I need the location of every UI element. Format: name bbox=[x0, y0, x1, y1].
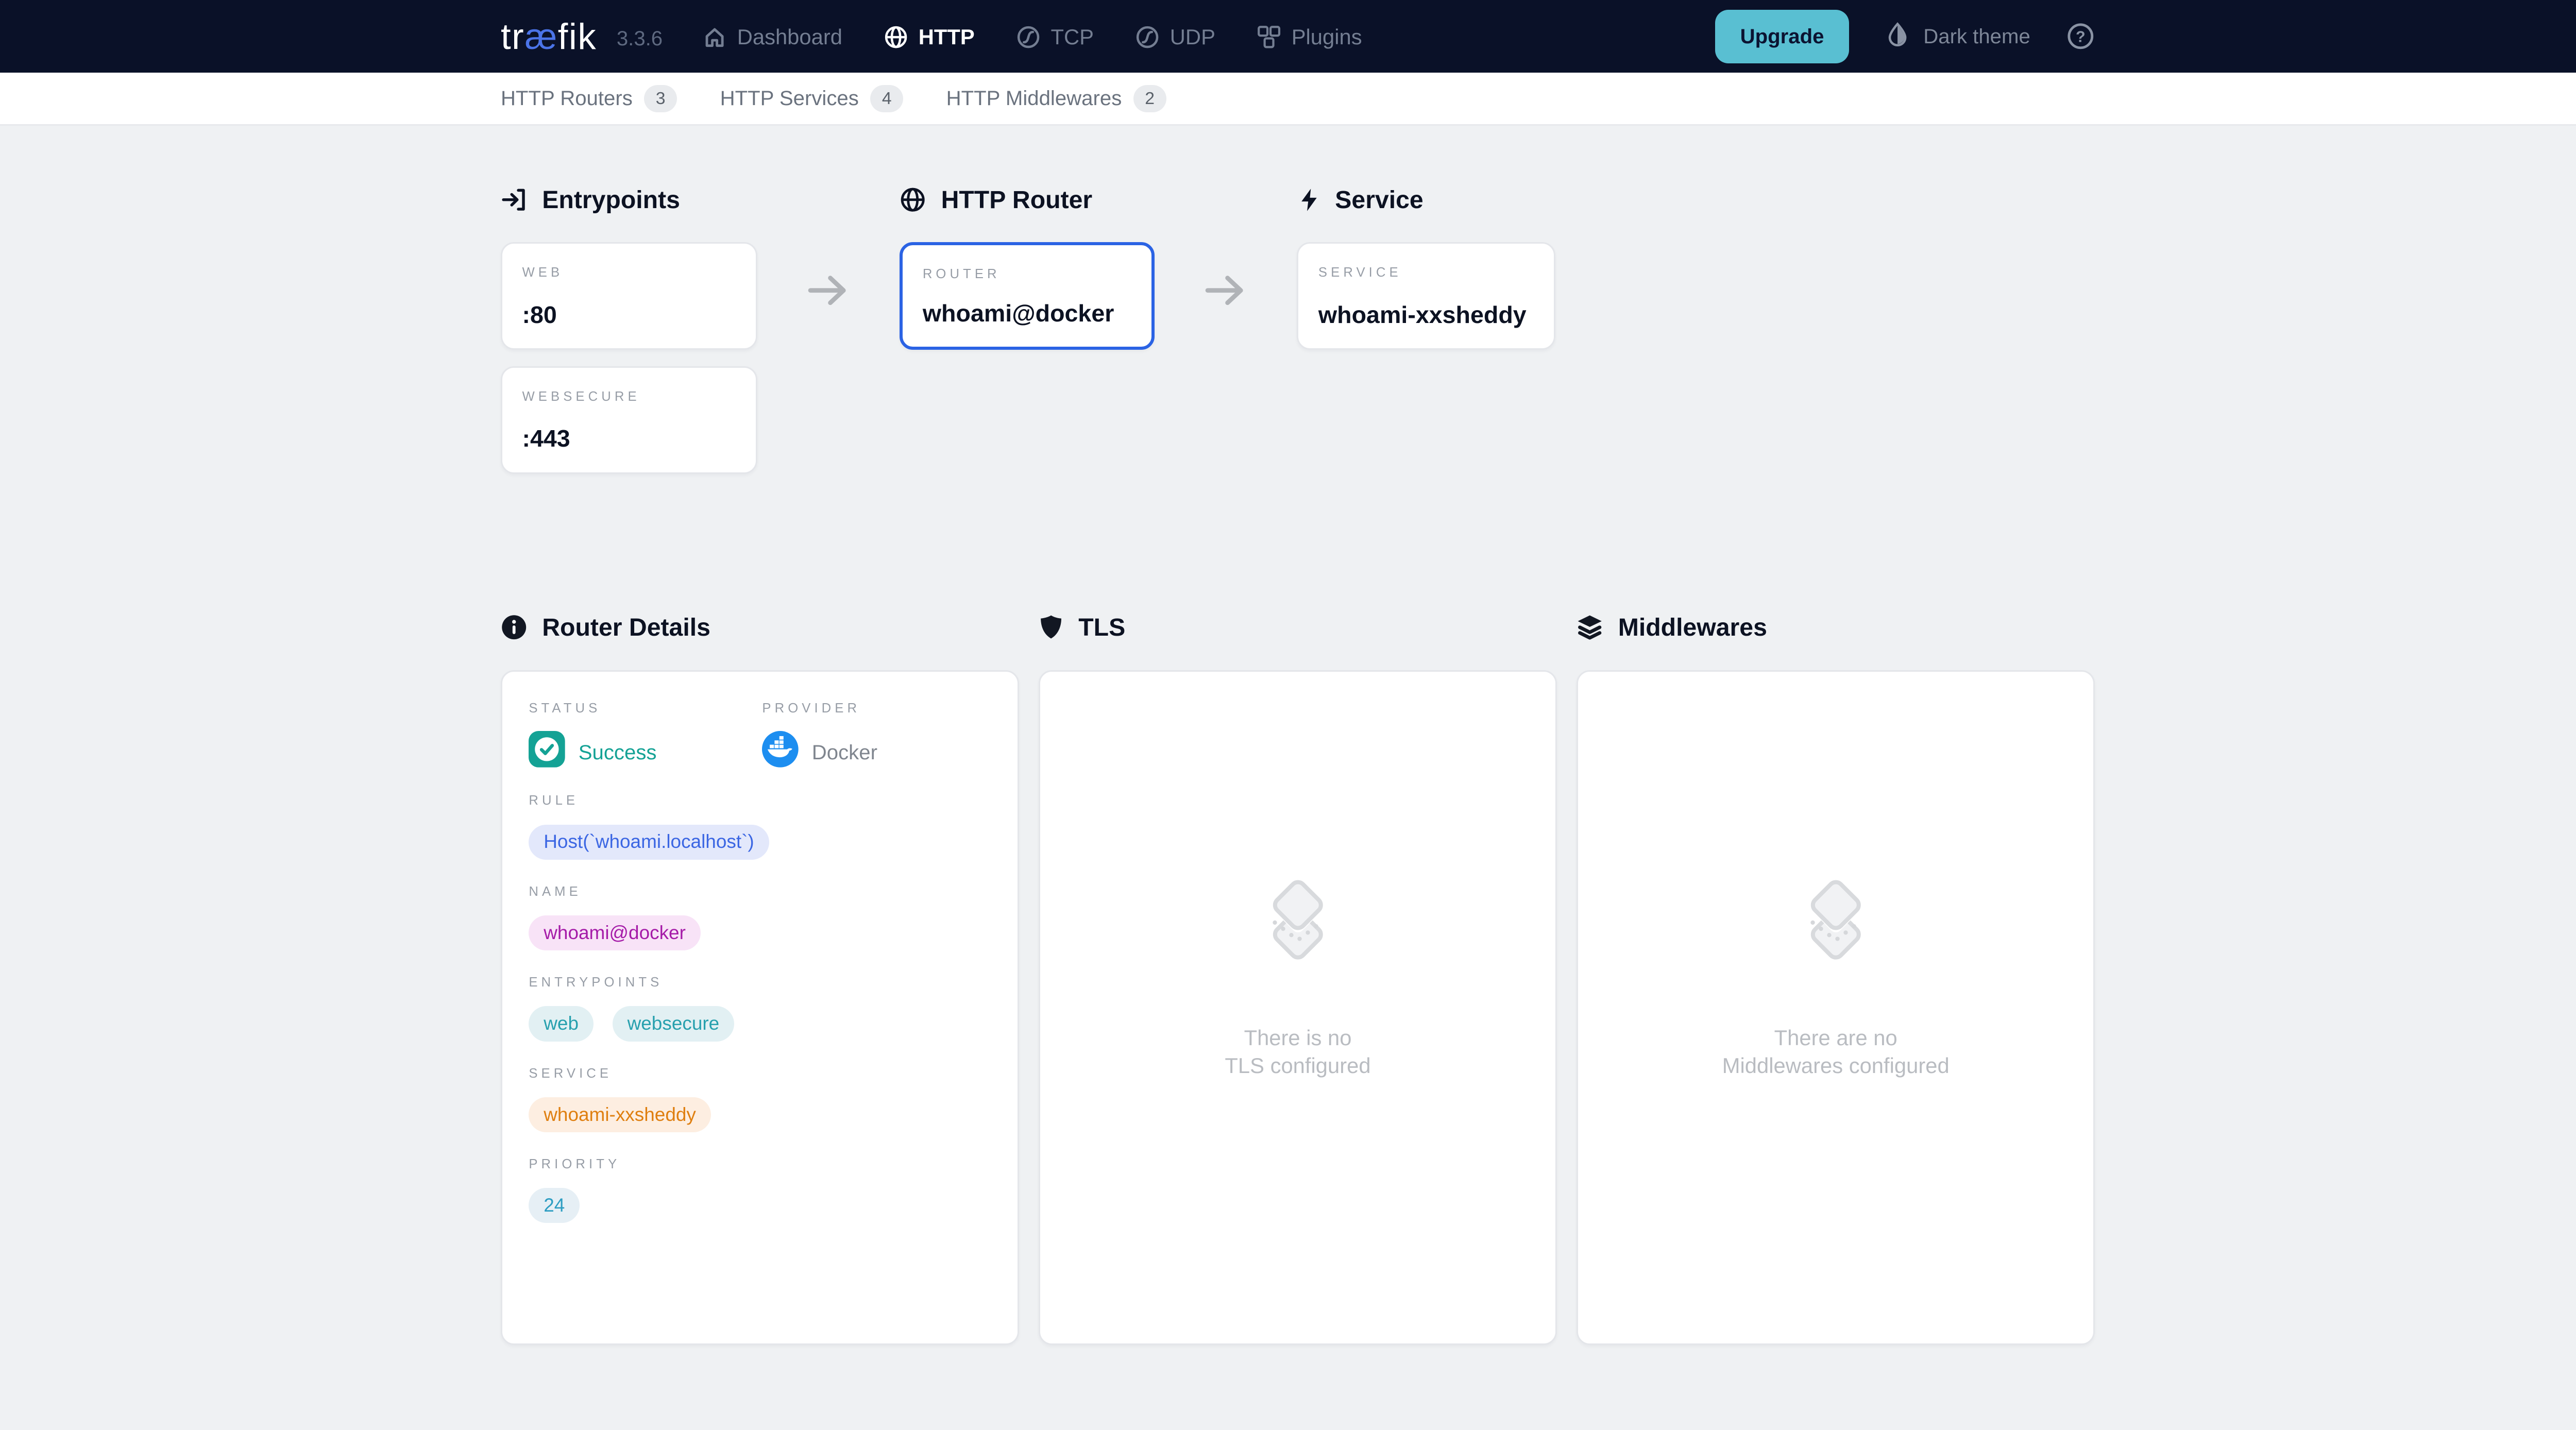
empty-layers-icon bbox=[1794, 879, 1877, 968]
router-card[interactable]: ROUTER whoami@docker bbox=[900, 242, 1155, 350]
lightning-bolt-icon bbox=[1297, 188, 1320, 212]
nav-label: Dashboard bbox=[737, 25, 842, 49]
entrypoint-card-websecure[interactable]: WEBSECURE :443 bbox=[501, 366, 757, 474]
flow-arrow-icon bbox=[1204, 273, 1248, 474]
card-value: :80 bbox=[522, 301, 556, 329]
service-card[interactable]: SERVICE whoami-xxsheddy bbox=[1297, 242, 1555, 350]
proxy-icon bbox=[1135, 25, 1160, 49]
shield-icon bbox=[1039, 614, 1063, 640]
main-nav: Dashboard HTTP TCP bbox=[702, 25, 1362, 49]
top-navbar: træfik 3.3.6 Dashboard HTTP bbox=[0, 0, 2576, 73]
nav-label: TCP bbox=[1051, 25, 1094, 49]
docker-icon bbox=[762, 731, 799, 774]
http-router-section-title: HTTP Router bbox=[900, 185, 1155, 214]
tab-label: HTTP Routers bbox=[501, 87, 633, 110]
provider-value: Docker bbox=[812, 741, 877, 764]
contrast-droplet-icon bbox=[1885, 22, 1910, 52]
tab-count-badge: 3 bbox=[644, 85, 677, 112]
service-section-title: Service bbox=[1297, 185, 1555, 214]
priority-pill: 24 bbox=[529, 1188, 580, 1223]
name-pill: whoami@docker bbox=[529, 915, 700, 950]
nav-label: UDP bbox=[1170, 25, 1215, 49]
info-icon bbox=[501, 614, 527, 640]
middlewares-empty-message: There are no Middlewares configured bbox=[1722, 1024, 1950, 1080]
tls-column: TLS There is no TLS configured bbox=[1039, 613, 1557, 1346]
nav-label: HTTP bbox=[919, 25, 975, 49]
service-pill: whoami-xxsheddy bbox=[529, 1097, 710, 1132]
card-label: WEB bbox=[522, 265, 563, 280]
nav-item-plugins[interactable]: Plugins bbox=[1257, 25, 1362, 49]
tab-count-badge: 4 bbox=[870, 85, 903, 112]
nav-item-udp[interactable]: UDP bbox=[1135, 25, 1215, 49]
entrypoint-pill: web bbox=[529, 1006, 594, 1041]
provider-label: PROVIDER bbox=[762, 701, 877, 716]
flow-arrow-icon bbox=[806, 273, 851, 474]
name-label: NAME bbox=[529, 884, 991, 899]
upgrade-button[interactable]: Upgrade bbox=[1715, 10, 1849, 63]
globe-icon bbox=[884, 25, 908, 49]
cubes-icon bbox=[1257, 25, 1281, 49]
details-section: Router Details STATUS Success bbox=[501, 613, 2095, 1346]
tab-count-badge: 2 bbox=[1133, 85, 1166, 112]
router-details-title: Router Details bbox=[501, 613, 1019, 642]
rule-label: RULE bbox=[529, 793, 991, 808]
entrypoint-pill: websecure bbox=[613, 1006, 734, 1041]
svg-text:?: ? bbox=[2076, 28, 2086, 46]
traefik-dashboard: træfik 3.3.6 Dashboard HTTP bbox=[0, 0, 2576, 1430]
rule-pill: Host(`whoami.localhost`) bbox=[529, 825, 769, 860]
home-icon bbox=[702, 25, 727, 49]
card-label: SERVICE bbox=[1318, 265, 1402, 280]
middlewares-column: Middlewares There are no Middlewares con… bbox=[1577, 613, 2095, 1346]
status-label: STATUS bbox=[529, 701, 762, 716]
tab-label: HTTP Middlewares bbox=[946, 87, 1122, 110]
tls-card: There is no TLS configured bbox=[1039, 670, 1557, 1346]
login-arrow-icon bbox=[501, 186, 527, 213]
priority-label: PRIORITY bbox=[529, 1157, 991, 1172]
version-label: 3.3.6 bbox=[617, 27, 663, 50]
logo-text: tr bbox=[501, 16, 524, 57]
router-details-column: Router Details STATUS Success bbox=[501, 613, 1019, 1346]
empty-layers-icon bbox=[1257, 879, 1340, 968]
tab-label: HTTP Services bbox=[720, 87, 859, 110]
nav-item-tcp[interactable]: TCP bbox=[1016, 25, 1094, 49]
status-badge: Success bbox=[579, 741, 657, 764]
tab-http-routers[interactable]: HTTP Routers 3 bbox=[501, 85, 677, 112]
entrypoints-section-title: Entrypoints bbox=[501, 185, 757, 214]
router-flow-section: Entrypoints WEB :80 WEBSECURE :443 bbox=[501, 185, 2095, 474]
globe-icon bbox=[900, 186, 926, 213]
layers-icon bbox=[1577, 614, 1603, 640]
nav-item-dashboard[interactable]: Dashboard bbox=[702, 25, 842, 49]
card-label: ROUTER bbox=[923, 267, 1001, 282]
theme-toggle-label: Dark theme bbox=[1923, 25, 2030, 48]
entrypoints-label: ENTRYPOINTS bbox=[529, 975, 991, 990]
logo-ae: æ bbox=[524, 16, 557, 57]
tab-http-services[interactable]: HTTP Services 4 bbox=[720, 85, 903, 112]
entrypoint-card-web[interactable]: WEB :80 bbox=[501, 242, 757, 350]
logo-text: fik bbox=[558, 16, 597, 57]
service-label: SERVICE bbox=[529, 1066, 991, 1081]
card-value: :443 bbox=[522, 424, 570, 452]
tab-http-middlewares[interactable]: HTTP Middlewares 2 bbox=[946, 85, 1166, 112]
success-check-icon bbox=[529, 731, 565, 774]
nav-label: Plugins bbox=[1292, 25, 1362, 49]
card-value: whoami@docker bbox=[923, 299, 1114, 327]
help-icon[interactable]: ? bbox=[2066, 22, 2095, 50]
traefik-logo[interactable]: træfik bbox=[501, 15, 597, 57]
card-label: WEBSECURE bbox=[522, 389, 640, 404]
tls-empty-message: There is no TLS configured bbox=[1225, 1024, 1370, 1080]
proxy-icon bbox=[1016, 25, 1041, 49]
nav-item-http[interactable]: HTTP bbox=[884, 25, 974, 49]
middlewares-title: Middlewares bbox=[1577, 613, 2095, 642]
http-subnav: HTTP Routers 3 HTTP Services 4 HTTP Midd… bbox=[0, 73, 2576, 126]
middlewares-card: There are no Middlewares configured bbox=[1577, 670, 2095, 1346]
router-details-card: STATUS Success PROVIDER bbox=[501, 670, 1019, 1346]
card-value: whoami-xxsheddy bbox=[1318, 301, 1527, 329]
tls-title: TLS bbox=[1039, 613, 1557, 642]
theme-toggle[interactable]: Dark theme bbox=[1885, 22, 2030, 52]
